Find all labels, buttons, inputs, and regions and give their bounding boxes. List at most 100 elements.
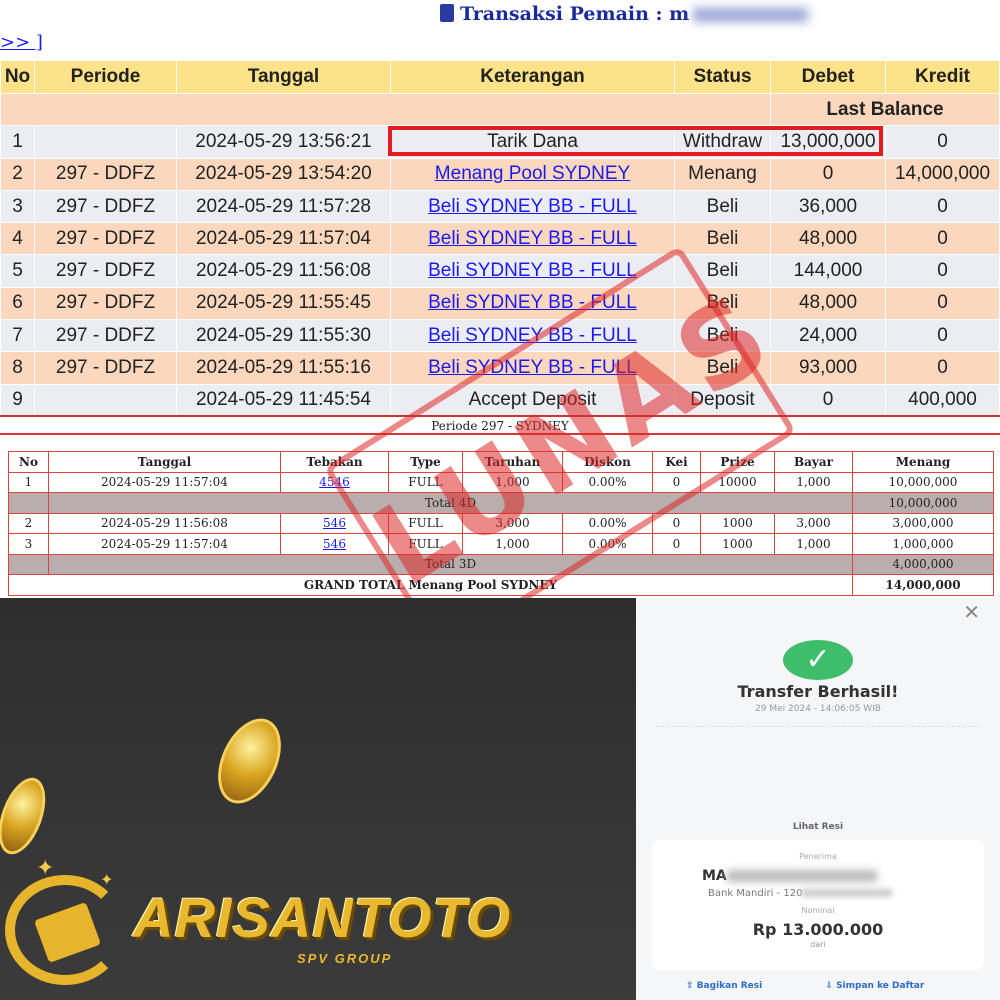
tebakan-link[interactable]: 4546 xyxy=(319,475,350,489)
col-kredit: Kredit xyxy=(885,60,1000,94)
nominal-label: Nominal xyxy=(801,906,835,915)
receipt-title: Transfer Berhasil! xyxy=(737,682,899,701)
row-debet: 48,000 xyxy=(770,222,886,256)
row-tanggal: 2024-05-29 11:55:45 xyxy=(176,286,391,321)
logo-wordmark: ARISANTOTO xyxy=(133,886,512,949)
row-debet: 36,000 xyxy=(770,189,886,224)
total-4d-label: Total 4D xyxy=(48,492,853,514)
row-periode: 297 - DDFZ xyxy=(34,254,177,288)
row-tanggal: 2024-05-29 11:55:16 xyxy=(176,351,391,385)
transaction-row: 2 297 - DDFZ 2024-05-29 13:54:20 Menang Poo… xyxy=(0,157,1000,191)
document-icon xyxy=(440,4,454,22)
coin-icon xyxy=(0,771,55,861)
row-no: 5 xyxy=(0,254,35,288)
row-kredit: 0 xyxy=(885,286,1000,321)
keterangan-link[interactable]: Beli SYDNEY BB - FULL xyxy=(428,292,637,313)
periode-title: Periode 297 - SYDNEY xyxy=(0,417,1000,435)
row-debet: 93,000 xyxy=(770,351,886,385)
row-status: Beli xyxy=(674,254,771,288)
row-keterangan: Accept Deposit xyxy=(390,383,675,417)
row-kredit: 0 xyxy=(885,189,1000,224)
row-no: 6 xyxy=(0,286,35,321)
row-periode: 297 - DDFZ xyxy=(34,222,177,256)
close-icon[interactable]: ✕ xyxy=(963,600,980,624)
recipient-bank: Bank Mandiri - 120 xyxy=(708,888,893,899)
grand-total-row: GRAND TOTAL Menang Pool SYDNEY 14,000,00… xyxy=(8,574,994,596)
row-status: Beli xyxy=(674,222,771,256)
total-4d-value: 10,000,000 xyxy=(852,492,994,514)
row-tanggal: 2024-05-29 11:55:30 xyxy=(176,319,391,353)
row-tanggal: 2024-05-29 11:45:54 xyxy=(176,383,391,417)
transaction-row: 7 297 - DDFZ 2024-05-29 11:55:30 Beli SYDNE… xyxy=(0,319,1000,353)
tebakan-link[interactable]: 546 xyxy=(323,516,346,530)
col-periode: Periode xyxy=(34,60,177,94)
save-to-list-button[interactable]: ⇩ Simpan ke Daftar xyxy=(825,981,954,991)
total-3d-label: Total 3D xyxy=(48,553,853,575)
transaction-row: 5 297 - DDFZ 2024-05-29 11:56:08 Beli SYDNE… xyxy=(0,254,1000,288)
tebakan-link[interactable]: 546 xyxy=(323,537,346,551)
keterangan-link[interactable]: Beli SYDNEY BB - FULL xyxy=(428,260,637,281)
row-tanggal: 2024-05-29 11:57:28 xyxy=(176,189,391,224)
row-no: 1 xyxy=(0,125,35,159)
row-periode: 297 - DDFZ xyxy=(34,319,177,353)
row-debet: 144,000 xyxy=(770,254,886,288)
row-periode: 297 - DDFZ xyxy=(34,157,177,191)
last-balance-label: Last Balance xyxy=(770,92,1000,127)
divider xyxy=(656,726,980,727)
row-no: 3 xyxy=(0,189,35,224)
row-kredit: 14,000,000 xyxy=(885,157,1000,191)
coin-icon xyxy=(205,708,294,814)
row-status: Beli xyxy=(674,351,771,385)
col-no: No xyxy=(0,60,35,94)
transfer-amount: Rp 13.000.000 xyxy=(752,920,884,939)
row-status: Beli xyxy=(674,286,771,321)
keterangan-link[interactable]: Beli SYDNEY BB - FULL xyxy=(428,357,637,378)
transaction-row: 9 2024-05-29 11:45:54 Accept Deposit Deposi… xyxy=(0,383,1000,417)
check-icon: ✓ xyxy=(783,640,853,680)
lihat-resi-link[interactable]: Lihat Resi xyxy=(636,822,1000,832)
detail-row: 2 2024-05-29 11:56:08 546 FULL 3,000 0.0… xyxy=(8,512,994,534)
bet-detail-table: No Tanggal Tebakan Type Taruhan Diskon K… xyxy=(8,451,994,596)
row-kredit: 400,000 xyxy=(885,383,1000,417)
detail-row: 1 2024-05-29 11:57:04 4546 FULL 1,000 0.… xyxy=(8,471,994,493)
transaction-row: 8 297 - DDFZ 2024-05-29 11:55:16 Beli SYDNE… xyxy=(0,351,1000,385)
page-title: Transaksi Pemain : m xyxy=(440,3,809,25)
row-tanggal: 2024-05-29 11:57:04 xyxy=(176,222,391,256)
total-3d-row: Total 3D 4,000,000 xyxy=(8,553,994,575)
recipient-name: MA xyxy=(702,868,877,884)
receipt-actions: ⇪ Bagikan Resi ⇩ Simpan ke Daftar xyxy=(686,981,986,991)
row-periode xyxy=(34,383,177,417)
row-periode: 297 - DDFZ xyxy=(34,286,177,321)
col-tanggal: Tanggal xyxy=(176,60,391,94)
row-tanggal: 2024-05-29 13:54:20 xyxy=(176,157,391,191)
share-receipt-button[interactable]: ⇪ Bagikan Resi xyxy=(686,981,792,991)
dcol-menang: Menang xyxy=(852,451,994,473)
row-no: 4 xyxy=(0,222,35,256)
transaction-row: 3 297 - DDFZ 2024-05-29 11:57:28 Beli SYDNE… xyxy=(0,189,1000,224)
dcol-diskon: Diskon xyxy=(562,451,653,473)
last-balance-row: Last Balance xyxy=(0,92,1000,127)
dcol-no: No xyxy=(8,451,49,473)
keterangan-link[interactable]: Beli SYDNEY BB - FULL xyxy=(428,228,637,249)
col-status: Status xyxy=(674,60,771,94)
keterangan-link[interactable]: Beli SYDNEY BB - FULL xyxy=(428,325,637,346)
row-tanggal: 2024-05-29 11:56:08 xyxy=(176,254,391,288)
row-tanggal: 2024-05-29 13:56:21 xyxy=(176,125,391,159)
grand-total-value: 14,000,000 xyxy=(852,574,994,596)
blurred-username xyxy=(693,8,809,22)
transaction-row: 6 297 - DDFZ 2024-05-29 11:55:45 Beli SYDNE… xyxy=(0,286,1000,321)
detail-row: 3 2024-05-29 11:57:04 546 FULL 1,000 0.0… xyxy=(8,533,994,555)
row-no: 8 xyxy=(0,351,35,385)
row-kredit: 0 xyxy=(885,351,1000,385)
arisantoto-logo: ARISANTOTO SPV GROUP xyxy=(5,855,605,985)
row-periode: 297 - DDFZ xyxy=(34,351,177,385)
row-debet: 48,000 xyxy=(770,286,886,321)
row-debet: 0 xyxy=(770,383,886,417)
keterangan-link[interactable]: Beli SYDNEY BB - FULL xyxy=(428,196,637,217)
row-status: Beli xyxy=(674,189,771,224)
keterangan-link[interactable]: Menang Pool SYDNEY xyxy=(435,163,630,184)
row-debet: 24,000 xyxy=(770,319,886,353)
next-page-link[interactable]: >> ] xyxy=(0,32,43,53)
row-debet: 0 xyxy=(770,157,886,191)
detail-header-row: No Tanggal Tebakan Type Taruhan Diskon K… xyxy=(8,451,994,473)
